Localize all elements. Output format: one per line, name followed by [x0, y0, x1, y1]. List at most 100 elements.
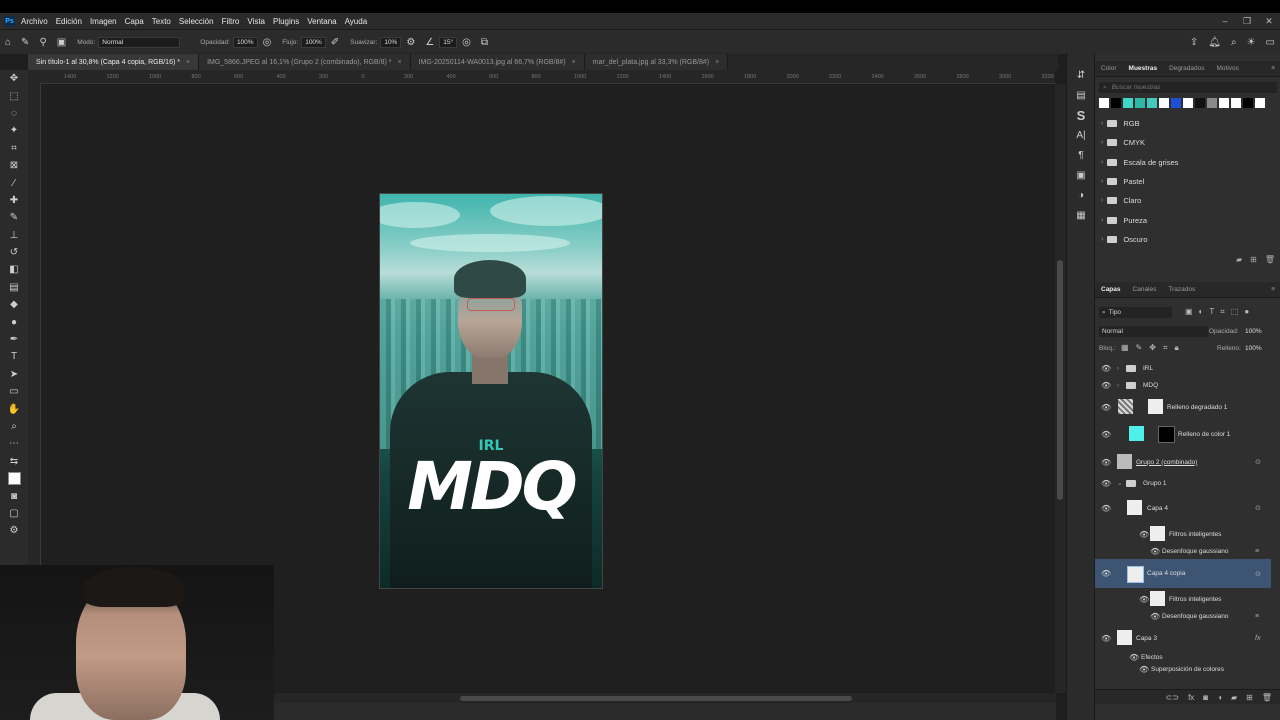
color-swatch[interactable]: [1147, 98, 1157, 108]
search-icon[interactable]: ⌕: [1231, 37, 1237, 48]
comments-icon[interactable]: ▤: [1067, 85, 1095, 105]
menu-capa[interactable]: Capa: [125, 17, 144, 26]
pressure-size-icon[interactable]: ◎: [462, 37, 471, 48]
swatch-folder-grayscale[interactable]: › Escala de grises: [1095, 153, 1280, 172]
menu-seleccion[interactable]: Selección: [179, 17, 214, 26]
adjustment-layer-icon[interactable]: ◑: [1217, 693, 1222, 702]
tab-motivos[interactable]: Motivos: [1211, 65, 1245, 72]
dodge-tool-icon[interactable]: ●: [0, 313, 28, 330]
edit-toolbar-icon[interactable]: ⚙: [0, 522, 28, 539]
color-swatch[interactable]: [1111, 98, 1121, 108]
libraries-icon[interactable]: ▣: [1067, 165, 1095, 185]
layer-row[interactable]: 👁︎ Superposición de colores: [1095, 664, 1269, 675]
screen-mode-icon[interactable]: ▢: [0, 505, 28, 522]
chevron-right-icon[interactable]: ›: [1101, 217, 1103, 224]
swatch-folder-oscuro[interactable]: › Oscuro: [1095, 230, 1280, 249]
color-swatch[interactable]: [1171, 98, 1181, 108]
eye-icon[interactable]: 👁︎: [1101, 381, 1111, 390]
pen-tool-icon[interactable]: ✒: [0, 331, 28, 348]
styles-icon[interactable]: S: [1067, 105, 1095, 125]
link-icon[interactable]: ⊙: [1255, 504, 1261, 512]
clone-stamp-tool-icon[interactable]: ⊥: [0, 227, 28, 244]
brush-settings-icon[interactable]: ▣: [57, 37, 66, 48]
color-swatch[interactable]: [1099, 98, 1109, 108]
menu-ventana[interactable]: Ventana: [307, 17, 336, 26]
tab-canales[interactable]: Canales: [1127, 286, 1163, 293]
symmetry-icon[interactable]: ⧉: [481, 37, 488, 48]
chevron-down-icon[interactable]: ⌄: [1117, 479, 1122, 487]
color-swatch[interactable]: [1159, 98, 1169, 108]
quick-mask-icon[interactable]: ◙: [0, 487, 28, 504]
layer-filter-select[interactable]: ⌕ Tipo: [1099, 307, 1172, 318]
tab-muestras[interactable]: Muestras: [1123, 65, 1164, 72]
blur-tool-icon[interactable]: ◆: [0, 296, 28, 313]
tab-capas[interactable]: Capas: [1095, 286, 1127, 293]
foreground-background-color-icon[interactable]: [0, 470, 28, 487]
new-swatch-icon[interactable]: ⊞: [1250, 255, 1257, 264]
horizontal-scrollbar-thumb[interactable]: [460, 696, 852, 701]
restore-icon[interactable]: ❐: [1236, 16, 1258, 27]
eye-icon[interactable]: 👁︎: [1139, 595, 1149, 604]
history-brush-tool-icon[interactable]: ↺: [0, 244, 28, 261]
mode-select[interactable]: Normal: [98, 36, 181, 48]
notifications-icon[interactable]: 🔔︎: [1208, 37, 1221, 48]
swatch-folder-pureza[interactable]: › Pureza: [1095, 210, 1280, 229]
link-icon[interactable]: ⊙: [1255, 570, 1261, 578]
discover-icon[interactable]: ☀: [1247, 37, 1256, 48]
layer-filter-icons[interactable]: ▣◐T⌗⬚●: [1185, 307, 1255, 317]
eye-icon[interactable]: 👁︎: [1139, 530, 1149, 539]
menu-archivo[interactable]: Archivo: [21, 17, 48, 26]
menu-plugins[interactable]: Plugins: [273, 17, 299, 26]
eye-icon[interactable]: 👁︎: [1150, 547, 1160, 556]
doc-tab-3[interactable]: IMG-20250114-WA0013.jpg al 66,7% (RGB/8#…: [410, 54, 585, 70]
eye-icon[interactable]: 👁︎: [1101, 458, 1111, 467]
tab-degradados[interactable]: Degradados: [1163, 65, 1210, 72]
workspace-icon[interactable]: ▭: [1266, 37, 1275, 48]
color-swatch[interactable]: [1183, 98, 1193, 108]
brush-tool-icon[interactable]: ✎: [21, 37, 29, 48]
smooth-field[interactable]: 10%: [380, 36, 402, 48]
tab-color[interactable]: Color: [1095, 65, 1123, 72]
blend-mode-select[interactable]: Normal: [1099, 326, 1208, 337]
new-group-icon[interactable]: ▰: [1231, 693, 1237, 702]
layer-row[interactable]: 👁︎ ⌄ Grupo 1: [1095, 476, 1269, 490]
color-swatch[interactable]: [1207, 98, 1217, 108]
chevron-right-icon[interactable]: ›: [1101, 197, 1103, 204]
chevron-right-icon[interactable]: ›: [1101, 236, 1103, 243]
chevron-right-icon[interactable]: ›: [1101, 139, 1103, 146]
filter-options-icon[interactable]: ≡: [1255, 613, 1259, 620]
eye-icon[interactable]: 👁︎: [1101, 364, 1111, 373]
frame-tool-icon[interactable]: ⊠: [0, 157, 28, 174]
link-icon[interactable]: ⊙: [1255, 458, 1261, 466]
zoom-tool-icon[interactable]: ⌕: [0, 418, 28, 435]
document-artwork[interactable]: IRL MDQ: [379, 193, 603, 589]
move-tool-icon[interactable]: ✥: [0, 70, 28, 87]
default-colors-icon[interactable]: ⇆: [0, 453, 28, 470]
eye-icon[interactable]: 👁︎: [1101, 403, 1111, 412]
panel-menu-icon[interactable]: ≡: [1265, 65, 1280, 72]
eye-icon[interactable]: 👁︎: [1101, 430, 1111, 439]
chevron-right-icon[interactable]: ›: [1117, 365, 1119, 372]
close-tab-icon[interactable]: ×: [186, 59, 190, 66]
color-swatch[interactable]: [1243, 98, 1253, 108]
type-tool-icon[interactable]: T: [0, 348, 28, 365]
close-tab-icon[interactable]: ×: [715, 59, 719, 66]
vertical-scrollbar-thumb[interactable]: [1057, 260, 1063, 500]
paragraph-icon[interactable]: ¶: [1067, 145, 1095, 165]
swatch-folder-cmyk[interactable]: › CMYK: [1095, 133, 1280, 152]
panel-menu-icon[interactable]: ≡: [1265, 286, 1280, 293]
marquee-tool-icon[interactable]: ⬚: [0, 87, 28, 104]
properties-icon[interactable]: ▦: [1067, 205, 1095, 225]
doc-tab-4[interactable]: mar_del_plata.jpg al 33,3% (RGB/8#) ×: [584, 54, 729, 70]
more-tools-icon[interactable]: ⋯: [0, 435, 28, 452]
chevron-right-icon[interactable]: ›: [1117, 382, 1119, 389]
delete-icon[interactable]: 🗑︎: [1262, 693, 1272, 702]
rectangle-tool-icon[interactable]: ▭: [0, 383, 28, 400]
chevron-right-icon[interactable]: ›: [1101, 120, 1103, 127]
adjustments-icon[interactable]: ◑: [1067, 185, 1095, 205]
layer-row[interactable]: 👁︎ Relleno degradado 1: [1095, 395, 1269, 419]
color-swatch[interactable]: [1135, 98, 1145, 108]
chevron-right-icon[interactable]: ›: [1101, 178, 1103, 185]
close-tab-icon[interactable]: ×: [572, 59, 576, 66]
quick-select-tool-icon[interactable]: ✦: [0, 122, 28, 139]
